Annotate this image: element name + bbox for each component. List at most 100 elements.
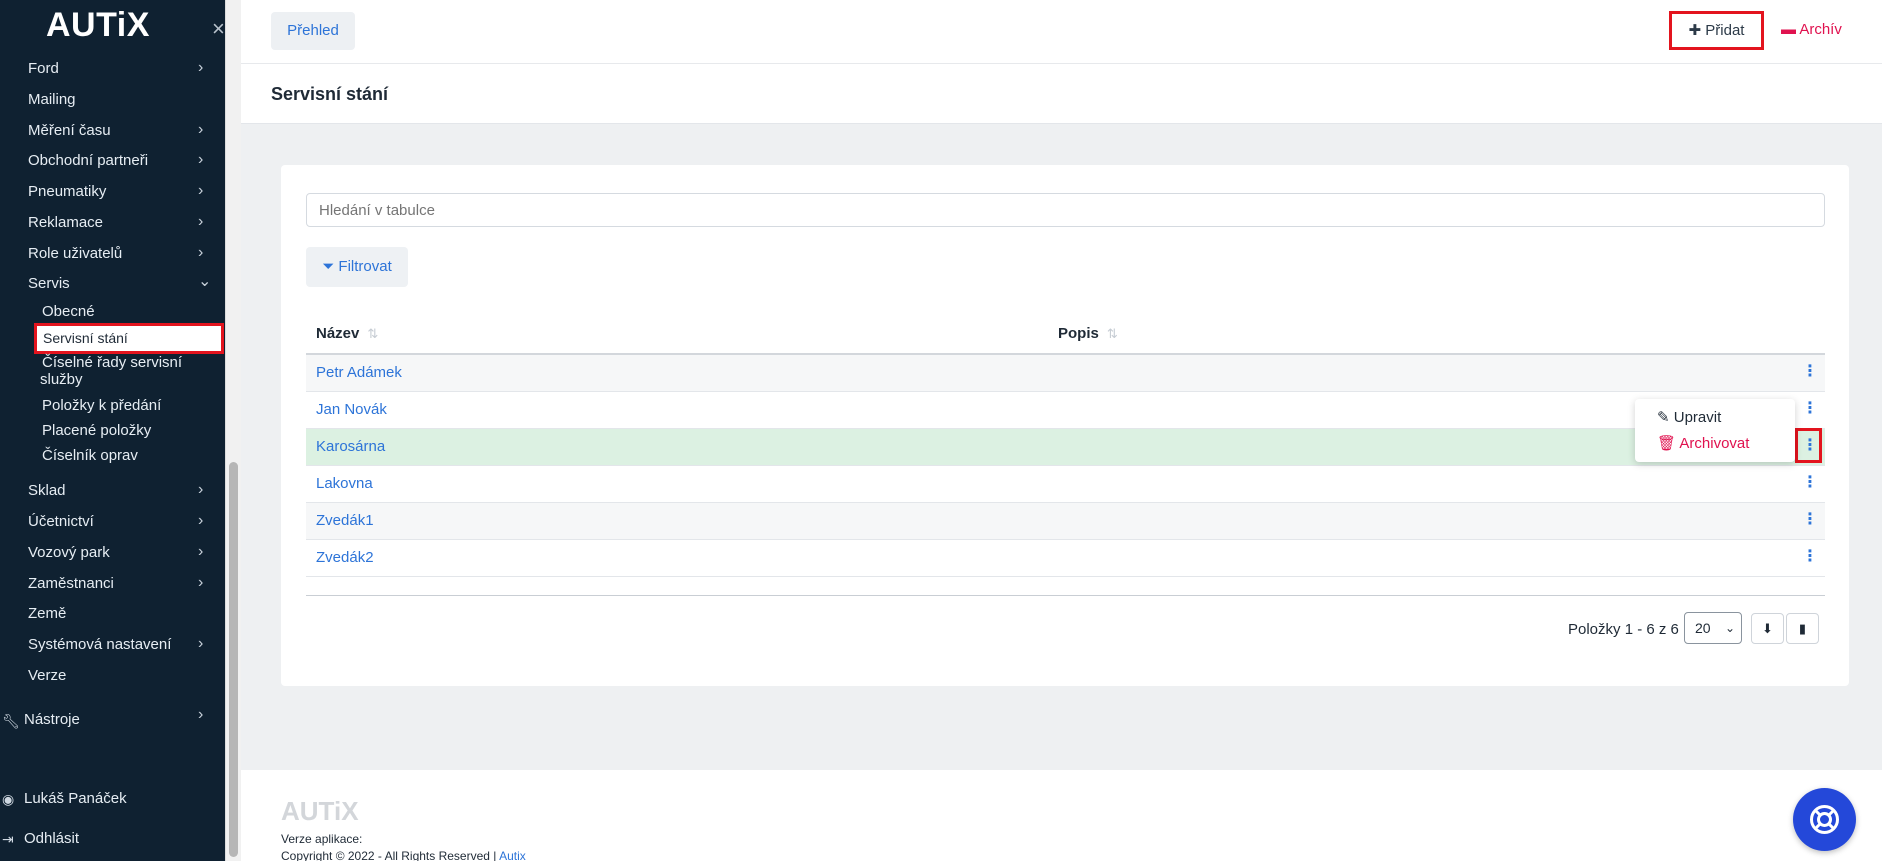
kebab-menu-icon[interactable]: ⋮ <box>1802 511 1818 529</box>
table-row[interactable]: Zvedák1 ⋮ <box>306 503 1825 540</box>
filter-icon: ⏷ <box>322 258 335 275</box>
chevron-right-icon: › <box>198 635 204 652</box>
download-button[interactable]: ⬇ <box>1751 613 1784 644</box>
sidebar-item-reklamace[interactable]: Reklamace <box>28 214 103 231</box>
sidebar-item-systemova-nastaveni[interactable]: Systémová nastavení <box>28 636 171 653</box>
chevron-right-icon: › <box>198 574 204 591</box>
sidebar-subitem-ciselne-rady[interactable]: Číselné řady servisní <box>42 354 182 371</box>
add-button[interactable]: ✚ Přidat <box>1669 11 1764 50</box>
table-row[interactable]: Lakovna ⋮ <box>306 466 1825 503</box>
footer-autix-link[interactable]: Autix <box>499 849 526 861</box>
kebab-menu-icon[interactable]: ⋮ <box>1802 363 1818 381</box>
chevron-right-icon: › <box>198 244 204 261</box>
highlight-kebab <box>1795 428 1822 463</box>
row-action-dropdown: ✎ Upravit 🗑︎ Archivovat <box>1635 399 1795 462</box>
tab-prehled[interactable]: Přehled <box>271 12 355 50</box>
sidebar: AUTiX × Ford › Mailing Měření času › Obc… <box>0 0 225 861</box>
footer-version: Verze aplikace: <box>281 832 363 846</box>
column-header-nazev[interactable]: Název ⇅ <box>316 325 378 342</box>
footer-copyright: Copyright © 2022 - All Rights Reserved |… <box>281 849 526 861</box>
table-bottom-divider <box>306 595 1825 596</box>
user-circle-icon: ◉ <box>2 791 15 807</box>
sidebar-item-ford[interactable]: Ford <box>28 60 59 77</box>
pagination-info: Položky 1 - 6 z 6 <box>1568 621 1679 638</box>
sidebar-item-vozovy-park[interactable]: Vozový park <box>28 544 110 561</box>
row-name-link[interactable]: Karosárna <box>316 438 385 455</box>
table-row[interactable]: Petr Adámek ⋮ <box>306 355 1825 392</box>
column-header-nazev-label: Název <box>316 325 360 342</box>
chevron-right-icon: › <box>198 213 204 230</box>
scrollbar-thumb[interactable] <box>229 462 238 857</box>
footer-copyright-text: Copyright © 2022 - All Rights Reserved | <box>281 849 497 861</box>
row-name-link[interactable]: Lakovna <box>316 475 373 492</box>
dropdown-archive[interactable]: 🗑︎ Archivovat <box>1657 434 1749 452</box>
search-input[interactable] <box>306 193 1825 227</box>
column-header-popis-label: Popis <box>1058 325 1099 342</box>
sidebar-item-zamestnanci[interactable]: Zaměstnanci <box>28 575 114 592</box>
sidebar-item-servis[interactable]: Servis <box>28 275 70 292</box>
chevron-right-icon: › <box>198 151 204 168</box>
sidebar-item-pneumatiky[interactable]: Pneumatiky <box>28 183 106 200</box>
sidebar-subitem-ciselnik-oprav[interactable]: Číselník oprav <box>42 447 138 464</box>
row-name-link[interactable]: Zvedák1 <box>316 512 374 529</box>
sidebar-logout[interactable]: Odhlásit <box>24 830 79 847</box>
kebab-menu-icon[interactable]: ⋮ <box>1802 548 1818 566</box>
sidebar-item-verze[interactable]: Verze <box>28 667 66 684</box>
archive-button[interactable]: ▬ Archív <box>1781 18 1842 42</box>
file-icon: ▮ <box>1798 621 1807 636</box>
page-title-bar: Servisní stání <box>241 64 1882 124</box>
footer-logo: AUTiX <box>281 796 359 826</box>
row-name-link[interactable]: Jan Novák <box>316 401 387 418</box>
chevron-right-icon: › <box>198 706 204 723</box>
filter-button-label: Filtrovat <box>338 258 392 275</box>
top-header: Přehled ✚ Přidat ▬ Archív <box>241 0 1882 64</box>
sidebar-subitem-polozky-k-predani[interactable]: Položky k předání <box>42 397 161 414</box>
trash-icon: 🗑︎ <box>1657 435 1677 452</box>
chevron-right-icon: › <box>198 481 204 498</box>
chevron-down-icon: ⌄ <box>1724 621 1735 635</box>
sidebar-item-zeme[interactable]: Země <box>28 605 66 622</box>
sidebar-subitem-obecne[interactable]: Obecné <box>42 303 95 320</box>
sidebar-item-obchodni-partneri[interactable]: Obchodní partneři <box>28 152 148 169</box>
logout-icon: ⇥ <box>2 831 14 847</box>
pencil-icon: ✎ <box>1657 409 1670 426</box>
dropdown-archive-label: Archivovat <box>1679 435 1750 452</box>
chevron-right-icon: › <box>198 121 204 138</box>
wrench-icon: 🔧︎ <box>2 713 20 729</box>
sidebar-item-mailing[interactable]: Mailing <box>28 91 76 108</box>
sidebar-item-sklad[interactable]: Sklad <box>28 482 66 499</box>
sidebar-subitem-placene-polozky[interactable]: Placené položky <box>42 422 151 439</box>
chevron-right-icon: › <box>198 543 204 560</box>
dropdown-edit-label: Upravit <box>1673 409 1722 426</box>
sidebar-item-ucetnictvi[interactable]: Účetnictví <box>28 513 94 530</box>
footer: AUTiX Verze aplikace: Copyright © 2022 -… <box>241 770 1882 861</box>
sidebar-subitem-servisni-stani[interactable]: Servisní stání <box>34 323 224 354</box>
table-row[interactable]: Zvedák2 ⋮ <box>306 540 1825 577</box>
page-title: Servisní stání <box>271 84 389 104</box>
sidebar-user-name[interactable]: Lukáš Panáček <box>24 790 127 807</box>
table-card: ⏷ Filtrovat Název⇅ Popis⇅ Petr Adámek ⋮ … <box>281 165 1849 686</box>
sidebar-subitem-ciselne-rady-line2[interactable]: služby <box>40 371 83 388</box>
column-header-popis[interactable]: Popis ⇅ <box>1058 325 1118 342</box>
sidebar-item-nastroje[interactable]: Nástroje <box>24 711 80 728</box>
sidebar-scrollbar[interactable] <box>225 0 241 861</box>
sidebar-item-mereni-casu[interactable]: Měření času <box>28 122 111 139</box>
row-name-link[interactable]: Petr Adámek <box>316 364 402 381</box>
kebab-menu-icon[interactable]: ⋮ <box>1802 400 1818 418</box>
table-row-selected[interactable]: Karosárna ⋮ <box>306 429 1825 466</box>
sort-icon: ⇅ <box>1106 326 1118 341</box>
export-file-button[interactable]: ▮ <box>1786 613 1819 644</box>
close-sidebar-icon[interactable]: × <box>212 18 225 40</box>
page-size-select[interactable]: 20 ⌄ <box>1684 612 1742 644</box>
page-size-value: 20 <box>1695 620 1711 636</box>
chevron-right-icon: › <box>198 512 204 529</box>
dropdown-edit[interactable]: ✎ Upravit <box>1657 408 1721 426</box>
download-icon: ⬇ <box>1762 621 1773 636</box>
filter-button[interactable]: ⏷ Filtrovat <box>306 247 408 287</box>
table-row[interactable]: Jan Novák ⋮ <box>306 392 1825 429</box>
row-name-link[interactable]: Zvedák2 <box>316 549 374 566</box>
sidebar-item-role-uzivatelu[interactable]: Role uživatelů <box>28 245 122 262</box>
archive-button-label: Archív <box>1799 21 1842 38</box>
kebab-menu-icon[interactable]: ⋮ <box>1802 474 1818 492</box>
help-chat-button[interactable] <box>1793 788 1856 851</box>
